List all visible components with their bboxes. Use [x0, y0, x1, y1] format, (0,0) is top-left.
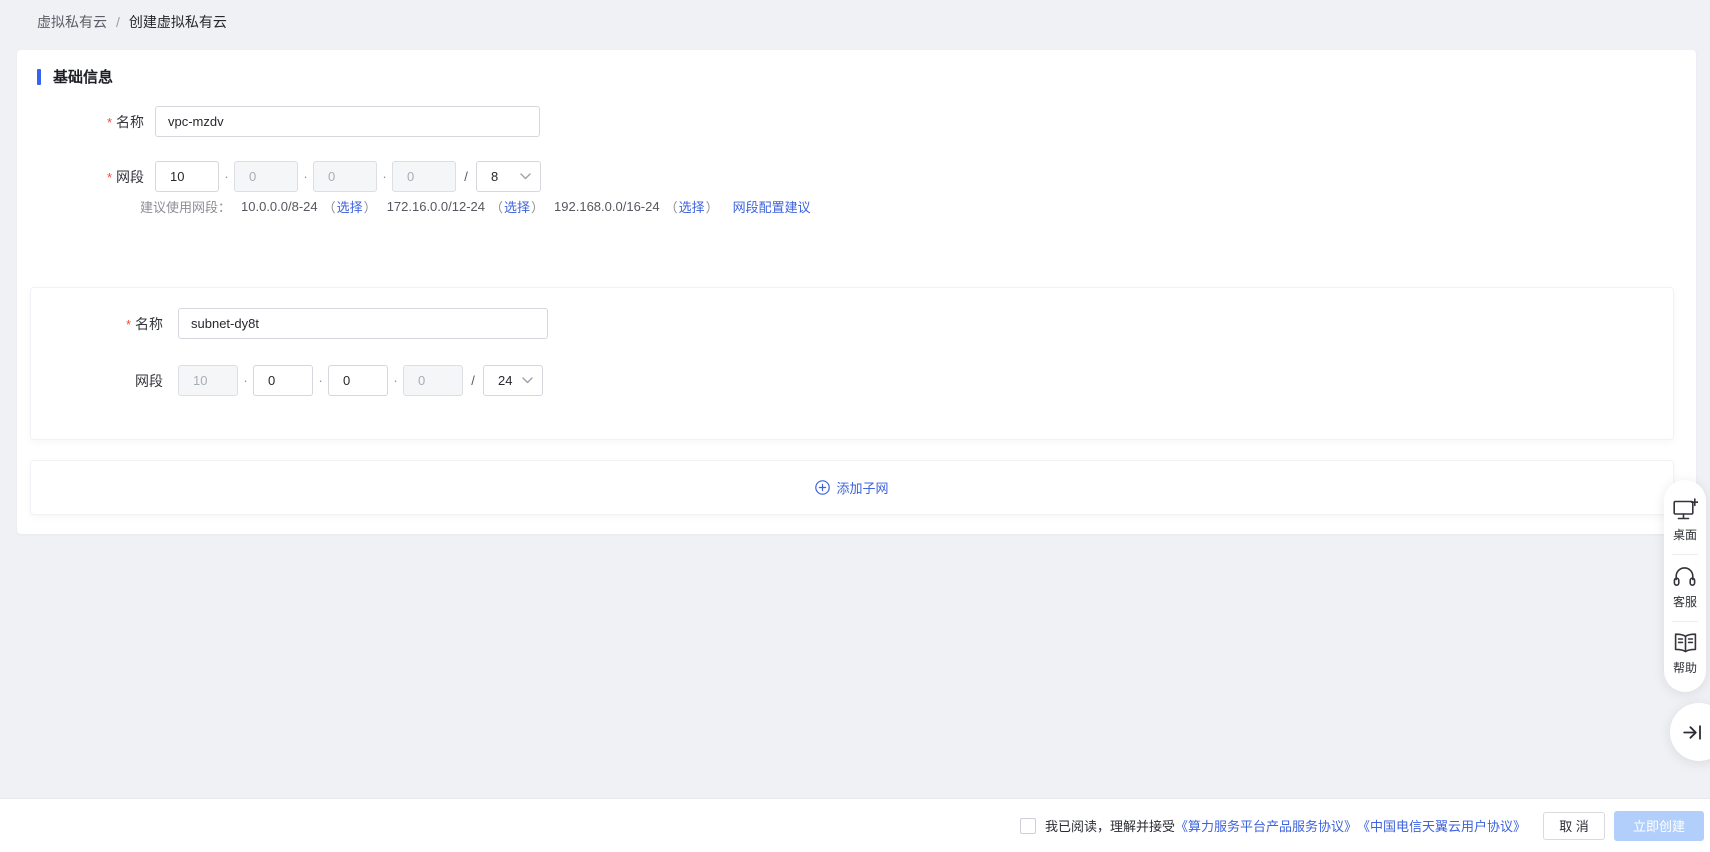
vpc-name-row: * 名称	[17, 106, 540, 137]
collapse-toolbar-button[interactable]	[1670, 703, 1710, 761]
paren: （	[322, 199, 336, 215]
subnet-cidr-mask-select[interactable]: 24	[483, 365, 543, 396]
vpc-name-label: * 名称	[106, 113, 144, 130]
divider	[1672, 554, 1698, 555]
suggested-cidr-1: 10.0.0.0/8-24	[241, 198, 318, 214]
subnet-name-row: * 名称	[31, 308, 548, 339]
select-cidr-link-1[interactable]: 选择	[337, 197, 363, 216]
paren: ）	[531, 199, 545, 215]
required-asterisk: *	[106, 169, 112, 185]
suggested-cidr-3: 192.168.0.0/16-24	[554, 198, 660, 214]
add-subnet-button[interactable]: 添加子网	[815, 478, 889, 497]
paren: （	[490, 199, 504, 215]
platform-agreement-link[interactable]: 《算力服务平台产品服务协议》	[1175, 816, 1357, 835]
subnet-cidr-octet-1	[178, 365, 238, 396]
vpc-cidr-octet-1[interactable]	[155, 161, 219, 192]
required-asterisk: *	[125, 316, 131, 332]
sidebar-item-label: 帮助	[1672, 661, 1697, 675]
select-cidr-link-2[interactable]: 选择	[504, 197, 530, 216]
cidr-slash: /	[464, 169, 468, 184]
agreement-checkbox[interactable]	[1019, 817, 1036, 834]
footer-bar: 我已阅读，理解并接受 《算力服务平台产品服务协议》 《中国电信天翼云用户协议》 …	[0, 798, 1710, 852]
breadcrumb-parent[interactable]: 虚拟私有云	[37, 12, 107, 32]
subnet-cidr-label: 网段	[135, 372, 163, 389]
sidebar-item-desktop[interactable]: 桌面	[1672, 492, 1698, 549]
subnet-card: *名称 网段 · · · / 24	[30, 287, 1674, 440]
octet-dot: ·	[303, 169, 308, 184]
divider	[1672, 621, 1698, 622]
side-toolbar: 桌面 客服 帮助	[1664, 480, 1706, 692]
paren: ）	[705, 199, 719, 215]
vpc-name-input[interactable]	[155, 106, 540, 137]
vpc-cidr-mask-select[interactable]: 8	[476, 161, 541, 192]
subnet-cidr-mask-value: 24	[498, 373, 513, 388]
basic-info-section-header: 基础信息	[37, 66, 113, 87]
sidebar-item-help[interactable]: 帮助	[1673, 627, 1698, 682]
suggested-cidr-2: 172.16.0.0/12-24	[386, 198, 485, 214]
desktop-plus-icon	[1672, 498, 1698, 520]
chevron-down-icon	[522, 377, 533, 384]
subnet-cidr-octet-2[interactable]	[253, 365, 313, 396]
paren: （	[664, 199, 678, 215]
paren: ）	[363, 199, 377, 215]
subnet-name-label: * 名称	[125, 315, 163, 332]
vpc-cidr-octet-2	[234, 161, 298, 192]
octet-dot: ·	[224, 169, 229, 184]
required-asterisk: *	[106, 114, 112, 130]
select-cidr-link-3[interactable]: 选择	[679, 197, 705, 216]
vpc-cidr-mask-value: 8	[491, 169, 499, 184]
octet-dot: ·	[393, 373, 398, 388]
subnet-name-input[interactable]	[178, 308, 548, 339]
collapse-right-icon	[1683, 724, 1701, 740]
vpc-cidr-row: *网段 · · · / 8	[17, 161, 541, 192]
cidr-config-advice-link[interactable]: 网段配置建议	[733, 197, 811, 216]
subnet-cidr-row: 网段 · · · / 24	[31, 365, 543, 396]
section-bar	[37, 68, 41, 85]
add-subnet-label: 添加子网	[836, 481, 889, 496]
agreement-text: 我已阅读，理解并接受	[1044, 819, 1175, 834]
vpc-cidr-label: * 网段	[106, 168, 144, 185]
sidebar-item-support[interactable]: 客服	[1673, 560, 1697, 616]
subnet-cidr-octet-3[interactable]	[328, 365, 388, 396]
create-vpc-card: 基础信息 *名称 *网段 · · · / 8 建议使用网段： 10.0.0.0/…	[17, 50, 1696, 534]
sidebar-item-label: 桌面	[1672, 528, 1697, 542]
breadcrumb-current: 创建虚拟私有云	[128, 14, 227, 30]
sidebar-item-label: 客服	[1672, 595, 1697, 609]
breadcrumb: 虚拟私有云 / 创建虚拟私有云	[37, 12, 227, 32]
vpc-cidr-octet-3	[313, 161, 377, 192]
circle-plus-icon	[815, 480, 831, 495]
vpc-cidr-octet-4	[392, 161, 456, 192]
subnet-cidr-octet-4	[403, 365, 463, 396]
chevron-down-icon	[520, 173, 531, 180]
breadcrumb-separator: /	[116, 14, 120, 30]
cancel-button[interactable]: 取 消	[1543, 811, 1605, 840]
add-subnet-card: 添加子网	[30, 460, 1674, 515]
octet-dot: ·	[243, 373, 248, 388]
suggestion-label: 建议使用网段：	[140, 199, 232, 215]
create-now-button[interactable]: 立即创建	[1614, 810, 1704, 841]
octet-dot: ·	[318, 373, 323, 388]
cidr-suggestion-row: 建议使用网段： 10.0.0.0/8-24 （ 选择 ） 172.16.0.0/…	[140, 197, 811, 215]
book-icon	[1674, 633, 1696, 653]
user-agreement-link[interactable]: 《中国电信天翼云用户协议》	[1357, 816, 1526, 835]
octet-dot: ·	[382, 169, 387, 184]
headset-icon	[1674, 567, 1696, 586]
basic-info-title: 基础信息	[53, 69, 114, 86]
cidr-slash: /	[471, 373, 475, 388]
